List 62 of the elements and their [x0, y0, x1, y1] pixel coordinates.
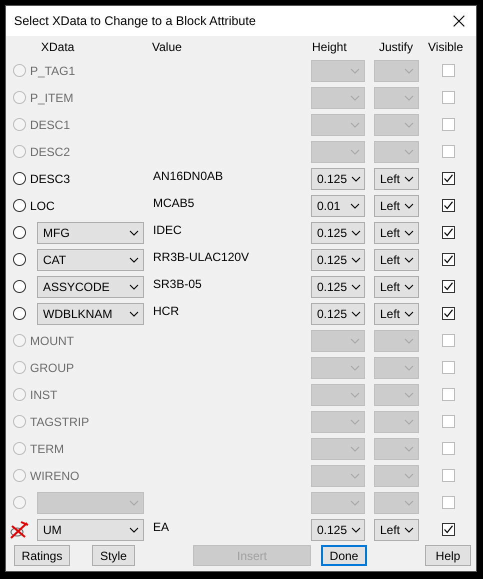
column-header: Height [312, 40, 348, 54]
radio-button[interactable] [13, 253, 26, 266]
column-header: XData [41, 40, 76, 54]
height-dropdown[interactable]: 0.125 [311, 276, 365, 298]
justify-dropdown[interactable]: Left [374, 518, 419, 540]
height-dropdown[interactable]: 0.01 [311, 194, 365, 216]
value-text: AN16DN0AB [152, 169, 224, 183]
xdata-dropdown[interactable]: UM [37, 518, 144, 540]
xdata-label: TAGSTRIP [29, 414, 90, 428]
visible-checkbox[interactable] [442, 199, 455, 212]
ratings-button[interactable]: Ratings [14, 545, 70, 566]
height-dropdown[interactable]: 0.125 [311, 168, 365, 190]
xdata-dropdown[interactable]: WDBLKNAM [37, 302, 144, 324]
xdata-label: WIRENO [29, 468, 80, 482]
justify-dropdown[interactable]: Left [374, 222, 419, 244]
justify-dropdown[interactable]: Left [374, 168, 419, 190]
xdata-label: P_ITEM [29, 90, 74, 104]
xdata-label: GROUP [29, 360, 76, 374]
xdata-label: TERM [29, 442, 65, 456]
visible-checkbox[interactable] [442, 523, 455, 536]
column-header: Justify [379, 40, 414, 54]
value-text: IDEC [152, 223, 183, 237]
justify-dropdown[interactable]: Left [374, 302, 419, 324]
radio-button[interactable] [13, 226, 26, 239]
radio-button[interactable] [13, 280, 26, 293]
window-title: Select XData to Change to a Block Attribute [14, 14, 256, 28]
height-dropdown[interactable]: 0.125 [311, 222, 365, 244]
height-dropdown[interactable]: 0.125 [311, 302, 365, 324]
value-text: MCAB5 [152, 196, 196, 210]
visible-checkbox[interactable] [442, 280, 455, 293]
close-button[interactable]: × [442, 6, 476, 36]
xdata-dropdown[interactable]: ASSYCODE [37, 276, 144, 298]
justify-dropdown[interactable]: Left [374, 248, 419, 270]
value-text: SR3B-05 [152, 277, 203, 291]
column-header: Value [152, 40, 183, 54]
xdata-label: DESC1 [29, 118, 72, 132]
justify-dropdown[interactable]: Left [374, 276, 419, 298]
justify-dropdown[interactable]: Left [374, 194, 419, 216]
height-dropdown[interactable]: 0.125 [311, 248, 365, 270]
visible-checkbox[interactable] [442, 226, 455, 239]
visible-checkbox[interactable] [442, 307, 455, 320]
style-button[interactable]: Style [92, 545, 135, 566]
xdata-label: LOC [29, 198, 56, 212]
radio-button[interactable] [13, 199, 26, 212]
value-text: HCR [152, 304, 180, 318]
column-header: Visible [428, 40, 464, 54]
visible-checkbox[interactable] [442, 253, 455, 266]
visible-checkbox[interactable] [442, 172, 455, 185]
xdata-label: INST [29, 388, 58, 402]
xdata-label: DESC2 [29, 144, 72, 158]
help-button[interactable]: Help [425, 545, 471, 566]
value-text: EA [152, 520, 170, 534]
xdata-label: P_TAG1 [29, 64, 76, 78]
done-button[interactable]: Done [321, 545, 367, 566]
xdata-label: MOUNT [29, 334, 75, 348]
radio-button[interactable] [13, 307, 26, 320]
xdata-label: DESC3 [29, 172, 72, 186]
xdata-dropdown[interactable]: CAT [37, 248, 144, 270]
xdata-dropdown[interactable]: MFG [37, 222, 144, 244]
radio-button[interactable] [13, 172, 26, 185]
value-text: RR3B-ULAC120V [152, 250, 250, 264]
height-dropdown[interactable]: 0.125 [311, 518, 365, 540]
